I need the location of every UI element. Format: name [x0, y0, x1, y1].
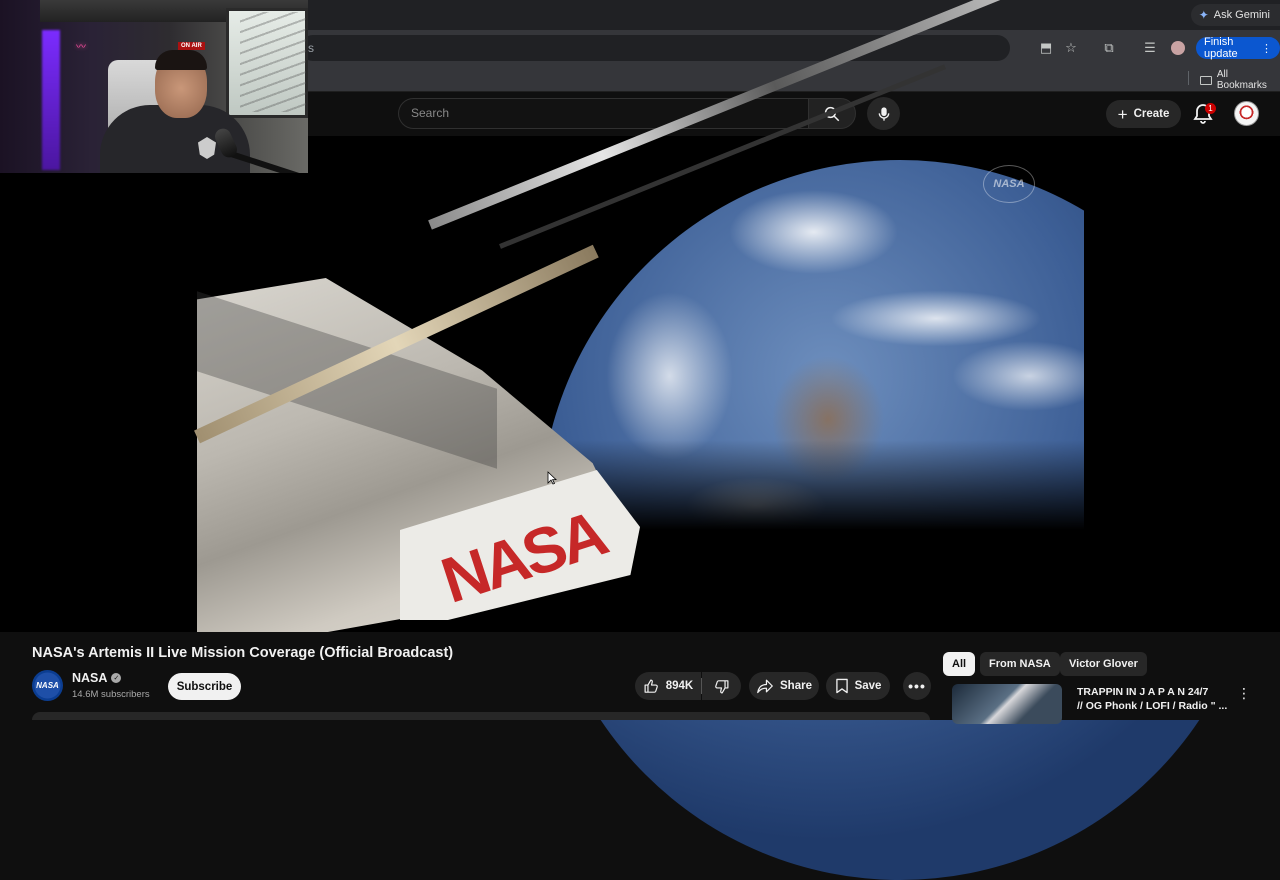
install-app-icon[interactable]: ⬒	[1037, 39, 1055, 57]
more-actions-button[interactable]: •••	[903, 672, 931, 700]
channel-avatar[interactable]: NASA	[32, 670, 63, 701]
ask-gemini-button[interactable]: ✦ Ask Gemini	[1190, 4, 1280, 26]
webcam-purple-light	[42, 30, 60, 170]
save-label: Save	[854, 680, 882, 692]
create-label: Create	[1133, 108, 1170, 120]
profile-icon[interactable]	[1169, 39, 1187, 57]
search-input[interactable]	[398, 98, 808, 129]
thumbs-down-icon	[715, 679, 729, 693]
tab-search-icon[interactable]: ⧉	[1100, 39, 1118, 57]
webcam-overlay: 〰 ON AIR	[0, 0, 308, 173]
chip-victor-glover[interactable]: Victor Glover	[1060, 652, 1147, 676]
save-button[interactable]: Save	[826, 672, 890, 700]
ask-gemini-label: Ask Gemini	[1213, 9, 1270, 21]
like-button[interactable]: 894K	[635, 672, 701, 700]
mouse-cursor-icon	[547, 471, 557, 485]
plus-icon: +	[1117, 104, 1128, 124]
search-placeholder: Search	[411, 106, 450, 120]
channel-name-text: NASA	[72, 671, 108, 685]
like-count: 894K	[665, 680, 694, 692]
description-box[interactable]	[32, 712, 930, 720]
share-icon	[757, 679, 773, 694]
create-button[interactable]: + Create	[1106, 100, 1181, 128]
user-avatar[interactable]	[1234, 101, 1259, 126]
all-bookmarks-button[interactable]: All Bookmarks	[1200, 69, 1280, 91]
recommendation-title[interactable]: TRAPPIN IN J A P A N 24/7 // OG Phonk / …	[1077, 685, 1227, 713]
video-letterbox-right	[1084, 136, 1280, 632]
microphone-icon	[878, 106, 889, 121]
verified-icon: ✓	[111, 673, 122, 683]
finish-update-button[interactable]: Finish update ⋮	[1196, 36, 1280, 60]
webcam-onair-sign: ON AIR	[178, 42, 205, 50]
channel-name[interactable]: NASA ✓	[72, 671, 122, 685]
recommendation-menu-icon[interactable]: ⋮	[1236, 685, 1252, 701]
nasa-watermark: NASA	[983, 165, 1035, 203]
bookmark-icon	[835, 678, 848, 694]
share-label: Share	[780, 680, 812, 692]
chip-all[interactable]: All	[943, 652, 976, 676]
video-title: NASA's Artemis II Live Mission Coverage …	[32, 645, 454, 661]
more-horiz-icon: •••	[908, 678, 926, 694]
bookmark-star-icon[interactable]: ☆	[1062, 39, 1080, 57]
subscribe-button[interactable]: Subscribe	[168, 673, 241, 700]
recommendation-title-line1: TRAPPIN IN J A P A N 24/7	[1077, 686, 1209, 698]
recommendation-title-line2: // OG Phonk / LOFI / Radio " ...	[1077, 700, 1228, 712]
all-bookmarks-label: All Bookmarks	[1216, 69, 1267, 91]
reading-list-icon[interactable]: ☰	[1141, 39, 1159, 57]
voice-search-button[interactable]	[867, 97, 900, 130]
chip-from-nasa[interactable]: From NASA	[980, 652, 1060, 676]
kebab-menu-icon: ⋮	[1261, 42, 1272, 55]
webcam-neon-sign: 〰	[76, 42, 86, 53]
finish-update-label: Finish update	[1204, 36, 1238, 60]
webcam-person-hair	[155, 50, 207, 70]
webcam-blinds	[240, 12, 306, 112]
dislike-button[interactable]	[702, 672, 741, 700]
subscriber-count: 14.6M subscribers	[72, 689, 150, 700]
address-bar-text: s	[308, 41, 314, 55]
recommendation-thumbnail[interactable]	[952, 684, 1062, 724]
gemini-spark-icon: ✦	[1198, 8, 1209, 22]
share-button[interactable]: Share	[749, 672, 819, 700]
bookmarks-divider	[1188, 71, 1189, 85]
thumbs-up-icon	[644, 679, 658, 693]
folder-icon	[1200, 75, 1212, 85]
notification-badge: 1	[1205, 103, 1216, 114]
